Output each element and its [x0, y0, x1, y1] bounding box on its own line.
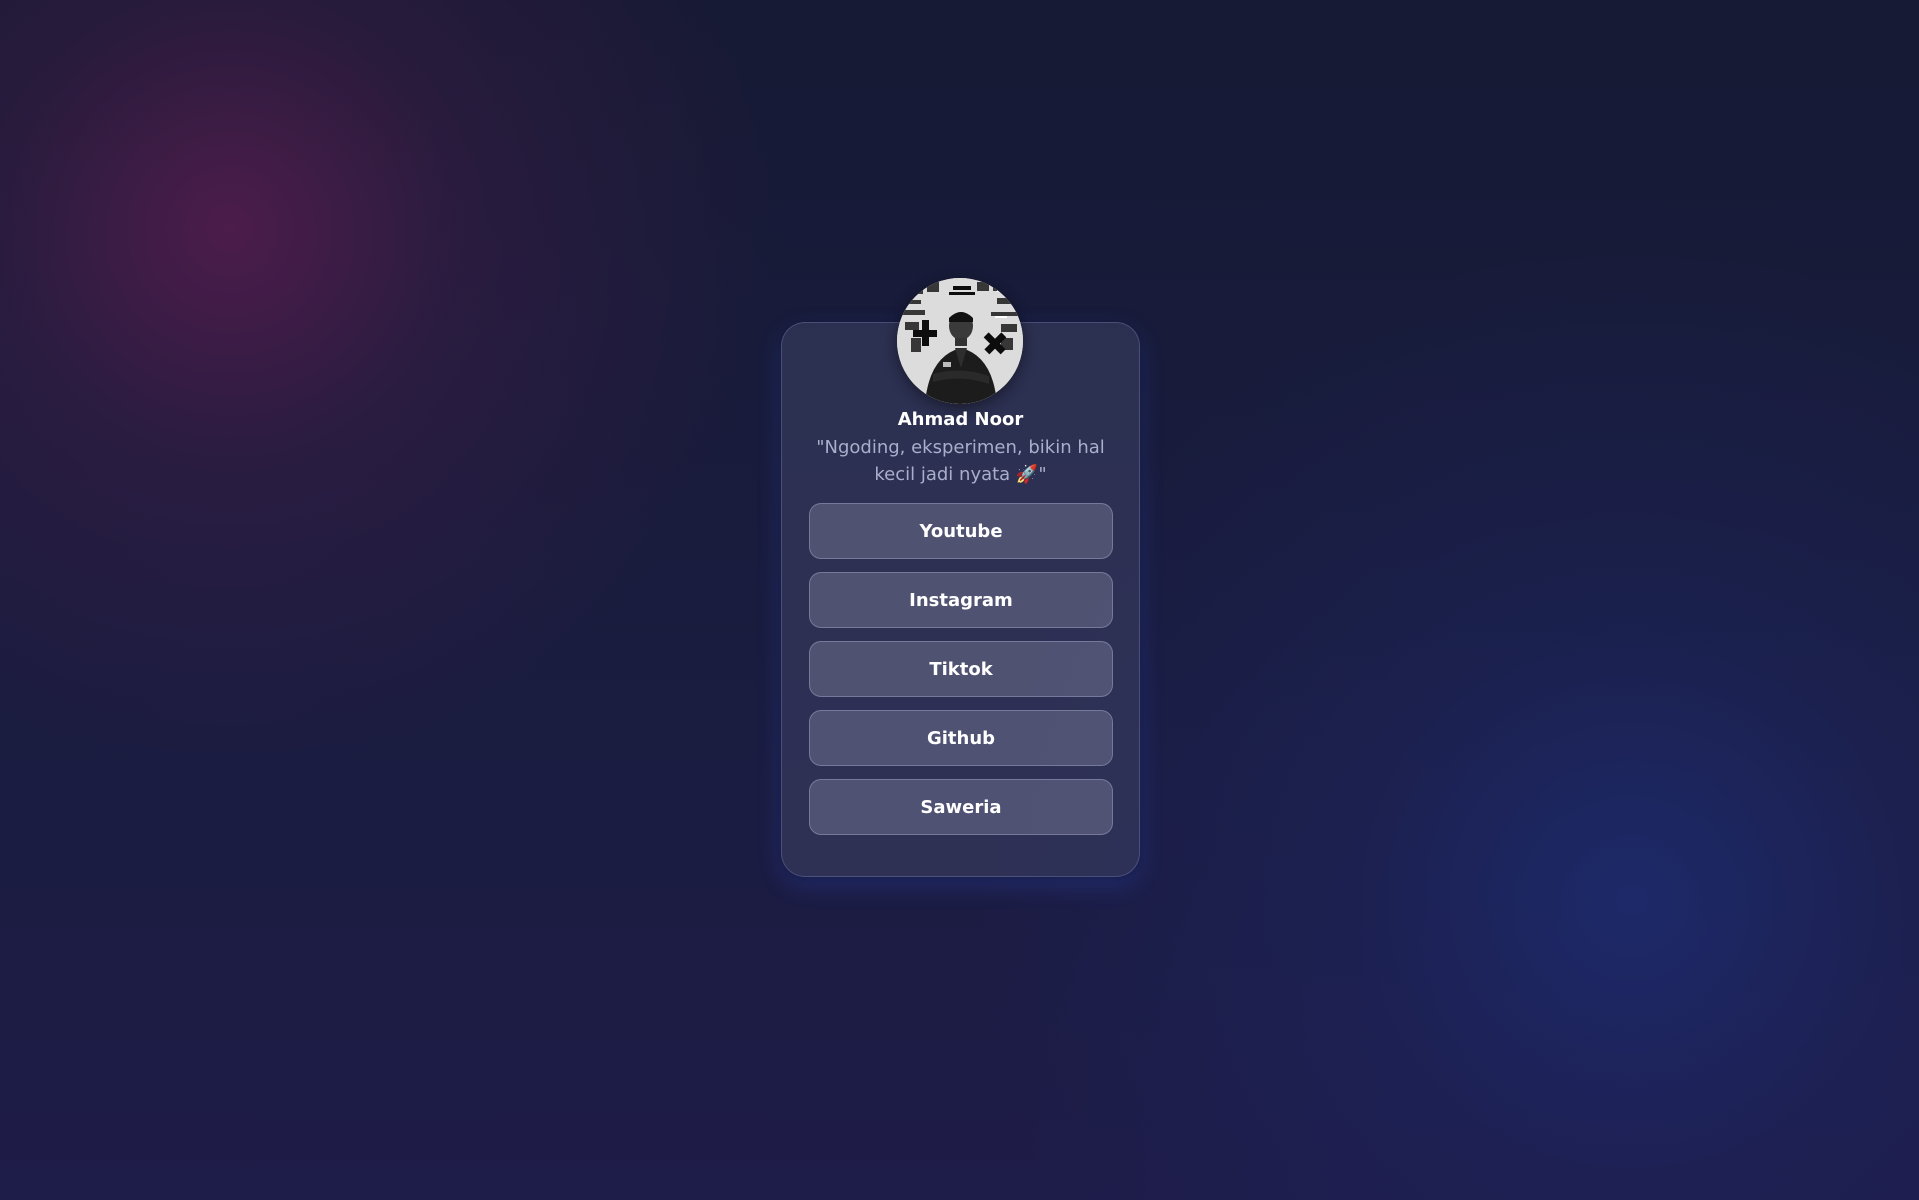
- github-link-button[interactable]: Github: [809, 710, 1113, 766]
- tiktok-link-button[interactable]: Tiktok: [809, 641, 1113, 697]
- instagram-link-button[interactable]: Instagram: [809, 572, 1113, 628]
- saweria-link-button[interactable]: Saweria: [809, 779, 1113, 835]
- profile-bio: "Ngoding, eksperimen, bikin hal kecil ja…: [816, 437, 1105, 485]
- link-list: Youtube Instagram Tiktok Github Saweria: [809, 503, 1113, 848]
- youtube-link-button[interactable]: Youtube: [809, 503, 1113, 559]
- profile-name: Ahmad Noor: [897, 409, 1024, 430]
- avatar: [897, 278, 1023, 404]
